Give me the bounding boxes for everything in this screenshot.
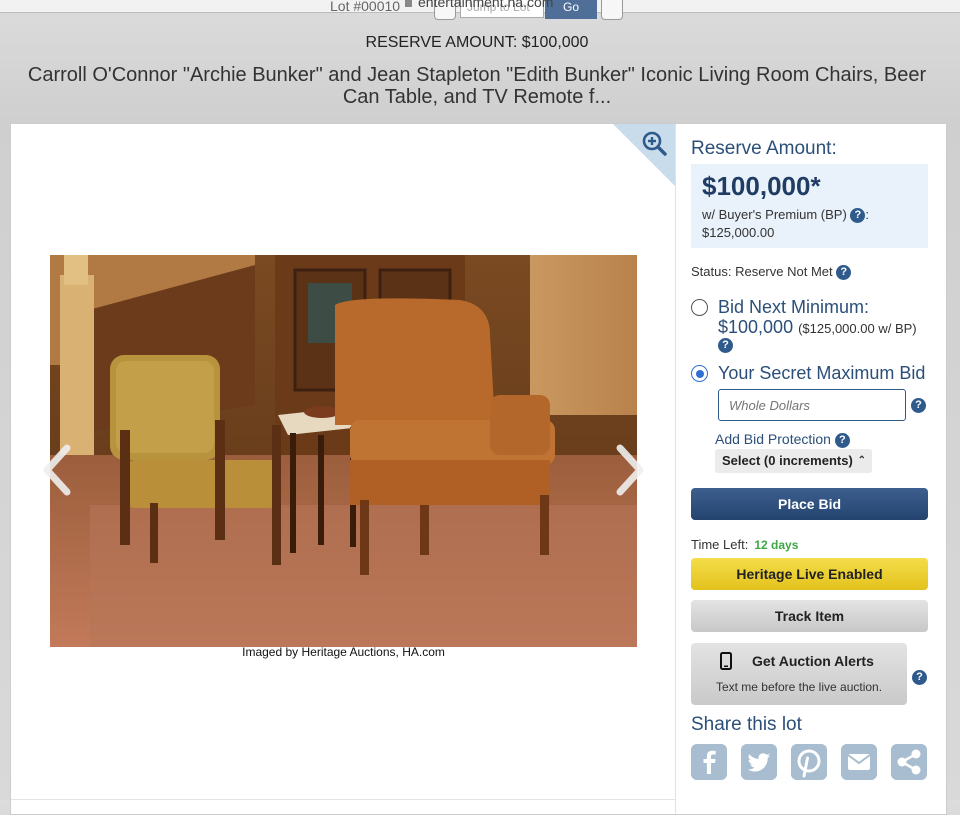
status-text: Status: Reserve Not Met xyxy=(691,264,833,279)
pinterest-icon[interactable] xyxy=(791,744,827,780)
chevron-left-icon[interactable] xyxy=(41,444,75,496)
lock-icon xyxy=(405,0,412,7)
protection-select[interactable]: Select (0 increments) ⌃ xyxy=(715,449,872,473)
next-minimum-radio[interactable] xyxy=(691,299,708,316)
share-icons xyxy=(691,744,931,780)
next-minimum-option[interactable]: Bid Next Minimum: $100,000 ($125,000.00 … xyxy=(718,297,933,339)
alerts-subtitle: Text me before the live auction. xyxy=(715,680,883,694)
help-icon[interactable]: ? xyxy=(911,398,926,413)
lot-card: Imaged by Heritage Auctions, HA.com Rese… xyxy=(10,123,947,815)
add-bid-protection-label[interactable]: Add Bid Protection xyxy=(715,431,831,447)
address-url: entertainment.ha.com xyxy=(405,0,553,10)
lot-number-peek: Lot #00010 xyxy=(330,0,401,14)
share-label: Share this lot xyxy=(691,714,802,735)
time-left-label: Time Left: xyxy=(691,537,749,552)
help-icon[interactable]: ? xyxy=(834,432,850,448)
max-bid-input[interactable] xyxy=(718,389,906,421)
help-icon[interactable]: ? xyxy=(912,670,927,685)
buyers-premium: w/ Buyer's Premium (BP) ?: $125,000.00 xyxy=(702,206,922,242)
heritage-live-button[interactable]: Heritage Live Enabled xyxy=(691,558,928,590)
secret-max-label[interactable]: Your Secret Maximum Bid xyxy=(718,363,925,384)
help-icon[interactable]: ? xyxy=(718,338,733,353)
reserve-amount: $100,000* xyxy=(702,171,821,201)
image-pane: Imaged by Heritage Auctions, HA.com xyxy=(11,124,676,814)
twitter-icon[interactable] xyxy=(741,744,777,780)
alerts-title: Get Auction Alerts xyxy=(752,653,874,669)
chevron-right-icon[interactable] xyxy=(612,444,646,496)
bp-amount: $125,000.00 xyxy=(702,225,775,240)
reserve-status: Status: Reserve Not Met ? xyxy=(691,264,852,281)
next-minimum-amount: $100,000 xyxy=(718,317,794,337)
email-icon[interactable] xyxy=(841,744,877,780)
lot-photo[interactable] xyxy=(50,255,637,647)
protection-select-value: Select (0 increments) xyxy=(722,453,853,468)
time-left-value: 12 days xyxy=(754,538,799,552)
share-icon[interactable] xyxy=(891,744,927,780)
photo-caption: Imaged by Heritage Auctions, HA.com xyxy=(242,645,445,659)
updown-caret-icon: ⌃ xyxy=(857,455,866,466)
time-left: Time Left: 12 days xyxy=(691,537,798,552)
phone-icon xyxy=(720,652,732,670)
browser-top-bar: Lot #00010 Jump to Lot Go entertainment.… xyxy=(0,0,960,20)
auction-alerts-button[interactable]: Get Auction Alerts Text me before the li… xyxy=(691,643,907,705)
secret-max-radio[interactable] xyxy=(691,365,708,382)
url-text: entertainment.ha.com xyxy=(418,0,554,10)
bp-text: w/ Buyer's Premium (BP) xyxy=(702,207,847,222)
next-minimum-label: Bid Next Minimum: xyxy=(718,297,870,317)
bp-colon: : xyxy=(865,207,870,222)
help-icon[interactable]: ? xyxy=(850,208,866,224)
reserve-amount-heading: RESERVE AMOUNT: $100,000 xyxy=(365,34,589,51)
place-bid-button[interactable]: Place Bid xyxy=(691,488,928,520)
help-icon[interactable]: ? xyxy=(836,265,852,281)
reserve-label: Reserve Amount: xyxy=(691,138,837,159)
add-bid-protection[interactable]: Add Bid Protection ? xyxy=(715,431,850,448)
next-lot-button[interactable] xyxy=(601,0,623,20)
next-minimum-bp: ($125,000.00 w/ BP) xyxy=(798,321,917,336)
reserve-box: $100,000* w/ Buyer's Premium (BP) ?: $12… xyxy=(691,164,928,248)
facebook-icon[interactable] xyxy=(691,744,727,780)
track-item-button[interactable]: Track Item xyxy=(691,600,928,632)
lot-title: Carroll O'Connor "Archie Bunker" and Jea… xyxy=(27,64,927,108)
chairs-photo xyxy=(50,255,637,647)
zoom-in-icon[interactable] xyxy=(641,130,667,156)
